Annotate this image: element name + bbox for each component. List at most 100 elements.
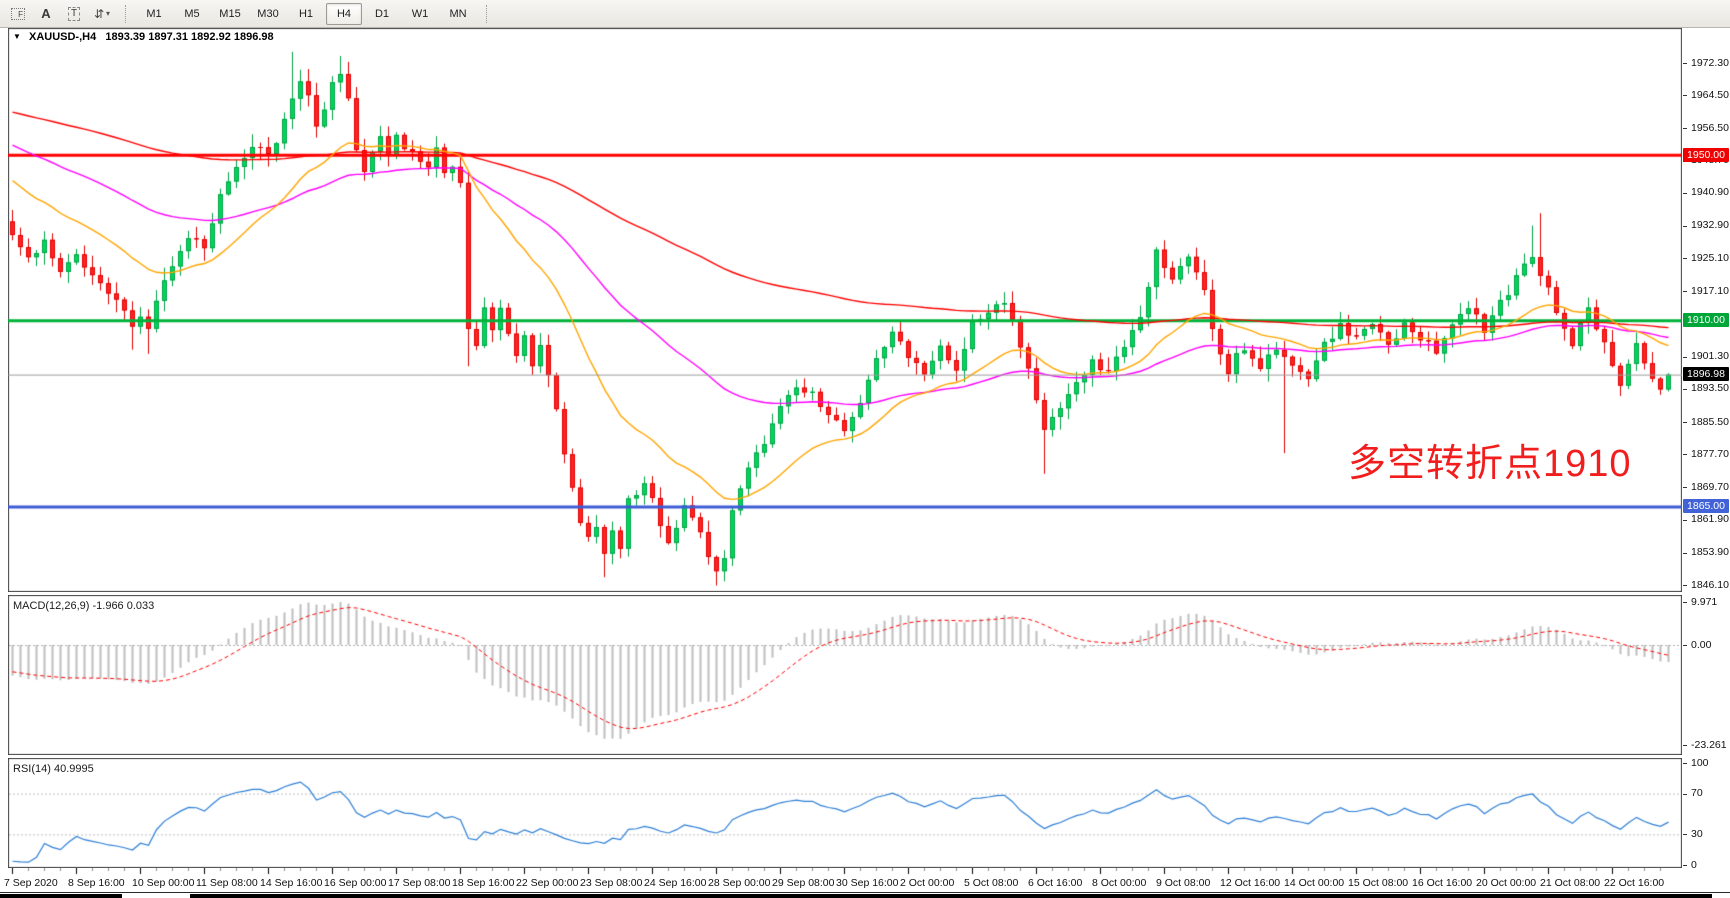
arrows-icon: ⇵ bbox=[94, 7, 104, 21]
one-click-collapse-icon[interactable]: ▼ bbox=[13, 32, 21, 41]
date-label: 10 Sep 00:00 bbox=[132, 877, 194, 889]
price-axis-label: 1932.90 bbox=[1691, 219, 1729, 231]
date-label: 6 Oct 16:00 bbox=[1028, 877, 1082, 889]
price-axis-label: 1940.90 bbox=[1691, 186, 1729, 198]
date-label: 22 Sep 00:00 bbox=[516, 877, 578, 889]
rsi-tick bbox=[1683, 834, 1687, 835]
line-studies-toolbar: F A T ⇵▾ bbox=[4, 2, 116, 26]
mt4-window: F A T ⇵▾ M1M5M15M30H1H4D1W1MN ▼ XAUUSD-,H4 … bbox=[0, 0, 1730, 898]
date-label: 2 Oct 00:00 bbox=[900, 877, 954, 889]
price-tick bbox=[1683, 585, 1687, 586]
price-axis-label: 1885.50 bbox=[1691, 416, 1729, 428]
date-label: 23 Sep 08:00 bbox=[580, 877, 642, 889]
price-tick bbox=[1683, 487, 1687, 488]
price-axis-label: 1861.90 bbox=[1691, 513, 1729, 525]
macd-axis-label: 0.00 bbox=[1691, 639, 1711, 651]
price-badge-1950.00: 1950.00 bbox=[1683, 148, 1729, 162]
macd-current-values: -1.966 0.033 bbox=[92, 600, 154, 612]
text-tool-button[interactable]: A bbox=[32, 2, 60, 26]
price-tick bbox=[1683, 454, 1687, 455]
date-label: 7 Sep 2020 bbox=[4, 877, 58, 889]
price-tick bbox=[1683, 226, 1687, 227]
ohlc-values: 1893.39 1897.31 1892.92 1896.98 bbox=[105, 31, 273, 43]
price-axis-label: 1972.30 bbox=[1691, 57, 1729, 69]
rsi-indicator-label: RSI(14) 40.9995 bbox=[13, 763, 94, 775]
date-label: 18 Sep 16:00 bbox=[452, 877, 514, 889]
date-label: 15 Oct 08:00 bbox=[1348, 877, 1408, 889]
toolbar-grip[interactable] bbox=[125, 5, 126, 23]
date-label: 8 Oct 00:00 bbox=[1092, 877, 1146, 889]
chevron-down-icon: ▾ bbox=[106, 9, 110, 18]
macd-tick bbox=[1683, 745, 1687, 746]
date-label: 21 Oct 08:00 bbox=[1540, 877, 1600, 889]
price-axis-label: 1901.30 bbox=[1691, 350, 1729, 362]
price-axis-label: 1917.10 bbox=[1691, 285, 1729, 297]
price-axis-label: 1964.50 bbox=[1691, 89, 1729, 101]
price-tick bbox=[1683, 258, 1687, 259]
rsi-axis-label: 100 bbox=[1691, 757, 1709, 769]
macd-axis-label: 9.971 bbox=[1691, 596, 1717, 608]
rsi-panel-canvas[interactable] bbox=[8, 758, 1682, 868]
toolbar: F A T ⇵▾ M1M5M15M30H1H4D1W1MN bbox=[0, 0, 1730, 28]
price-tick bbox=[1683, 95, 1687, 96]
price-tick bbox=[1683, 128, 1687, 129]
date-label: 14 Sep 16:00 bbox=[260, 877, 322, 889]
timeframe-button-W1[interactable]: W1 bbox=[402, 3, 438, 25]
arrows-tool-button[interactable]: ⇵▾ bbox=[88, 2, 116, 26]
rsi-axis-label: 30 bbox=[1691, 828, 1703, 840]
price-badge-1910.00: 1910.00 bbox=[1683, 313, 1729, 327]
price-axis-label: 1846.10 bbox=[1691, 579, 1729, 591]
timeframe-button-H4[interactable]: H4 bbox=[326, 3, 362, 25]
date-label: 24 Sep 16:00 bbox=[644, 877, 706, 889]
text-icon: A bbox=[41, 6, 50, 21]
price-axis-label: 1956.50 bbox=[1691, 122, 1729, 134]
price-badge-1896.98: 1896.98 bbox=[1683, 367, 1729, 381]
toolbar-grip-end[interactable] bbox=[486, 5, 487, 23]
bottom-panel-edge-right bbox=[190, 894, 1712, 898]
timeframe-button-MN[interactable]: MN bbox=[440, 3, 476, 25]
date-label: 29 Sep 08:00 bbox=[772, 877, 834, 889]
rsi-tick bbox=[1683, 865, 1687, 866]
price-tick bbox=[1683, 193, 1687, 194]
price-axis-label: 1853.90 bbox=[1691, 546, 1729, 558]
date-label: 20 Oct 00:00 bbox=[1476, 877, 1536, 889]
chart-ohlc-title: ▼ XAUUSD-,H4 1893.39 1897.31 1892.92 189… bbox=[13, 31, 274, 43]
fibonacci-icon: F bbox=[11, 8, 25, 20]
price-tick bbox=[1683, 553, 1687, 554]
timeframe-button-M15[interactable]: M15 bbox=[212, 3, 248, 25]
timeframe-button-M5[interactable]: M5 bbox=[174, 3, 210, 25]
price-axis-label: 1893.50 bbox=[1691, 382, 1729, 394]
label-tool-button[interactable]: T bbox=[60, 2, 88, 26]
macd-indicator-label: MACD(12,26,9) -1.966 0.033 bbox=[13, 600, 154, 612]
price-tick bbox=[1683, 63, 1687, 64]
label-icon: T bbox=[68, 7, 80, 21]
timeframe-button-M30[interactable]: M30 bbox=[250, 3, 286, 25]
date-label: 12 Oct 16:00 bbox=[1220, 877, 1280, 889]
rsi-tick bbox=[1683, 794, 1687, 795]
date-label: 28 Sep 00:00 bbox=[708, 877, 770, 889]
macd-panel-canvas[interactable] bbox=[8, 595, 1682, 755]
timeframe-button-M1[interactable]: M1 bbox=[136, 3, 172, 25]
timeframes-toolbar: M1M5M15M30H1H4D1W1MN bbox=[135, 3, 477, 25]
main-chart-canvas[interactable] bbox=[8, 28, 1682, 592]
date-label: 5 Oct 08:00 bbox=[964, 877, 1018, 889]
symbol-period-label: XAUUSD-,H4 bbox=[29, 31, 96, 43]
timeframe-button-H1[interactable]: H1 bbox=[288, 3, 324, 25]
date-label: 8 Sep 16:00 bbox=[68, 877, 125, 889]
date-label: 30 Sep 16:00 bbox=[836, 877, 898, 889]
price-axis-label: 1877.70 bbox=[1691, 448, 1729, 460]
bottom-panel-edge-left bbox=[0, 894, 122, 898]
macd-tick bbox=[1683, 645, 1687, 646]
rsi-current-value: 40.9995 bbox=[54, 763, 94, 775]
price-axis-label: 1925.10 bbox=[1691, 252, 1729, 264]
date-label: 16 Sep 00:00 bbox=[324, 877, 386, 889]
rsi-tick bbox=[1683, 763, 1687, 764]
date-label: 11 Sep 08:00 bbox=[196, 877, 258, 889]
price-tick bbox=[1683, 389, 1687, 390]
price-tick bbox=[1683, 520, 1687, 521]
chart-text-annotation[interactable]: 多空转折点1910 bbox=[1348, 432, 1632, 487]
fibonacci-tool-button[interactable]: F bbox=[4, 2, 32, 26]
macd-tick bbox=[1683, 602, 1687, 603]
timeframe-button-D1[interactable]: D1 bbox=[364, 3, 400, 25]
date-label: 16 Oct 16:00 bbox=[1412, 877, 1472, 889]
